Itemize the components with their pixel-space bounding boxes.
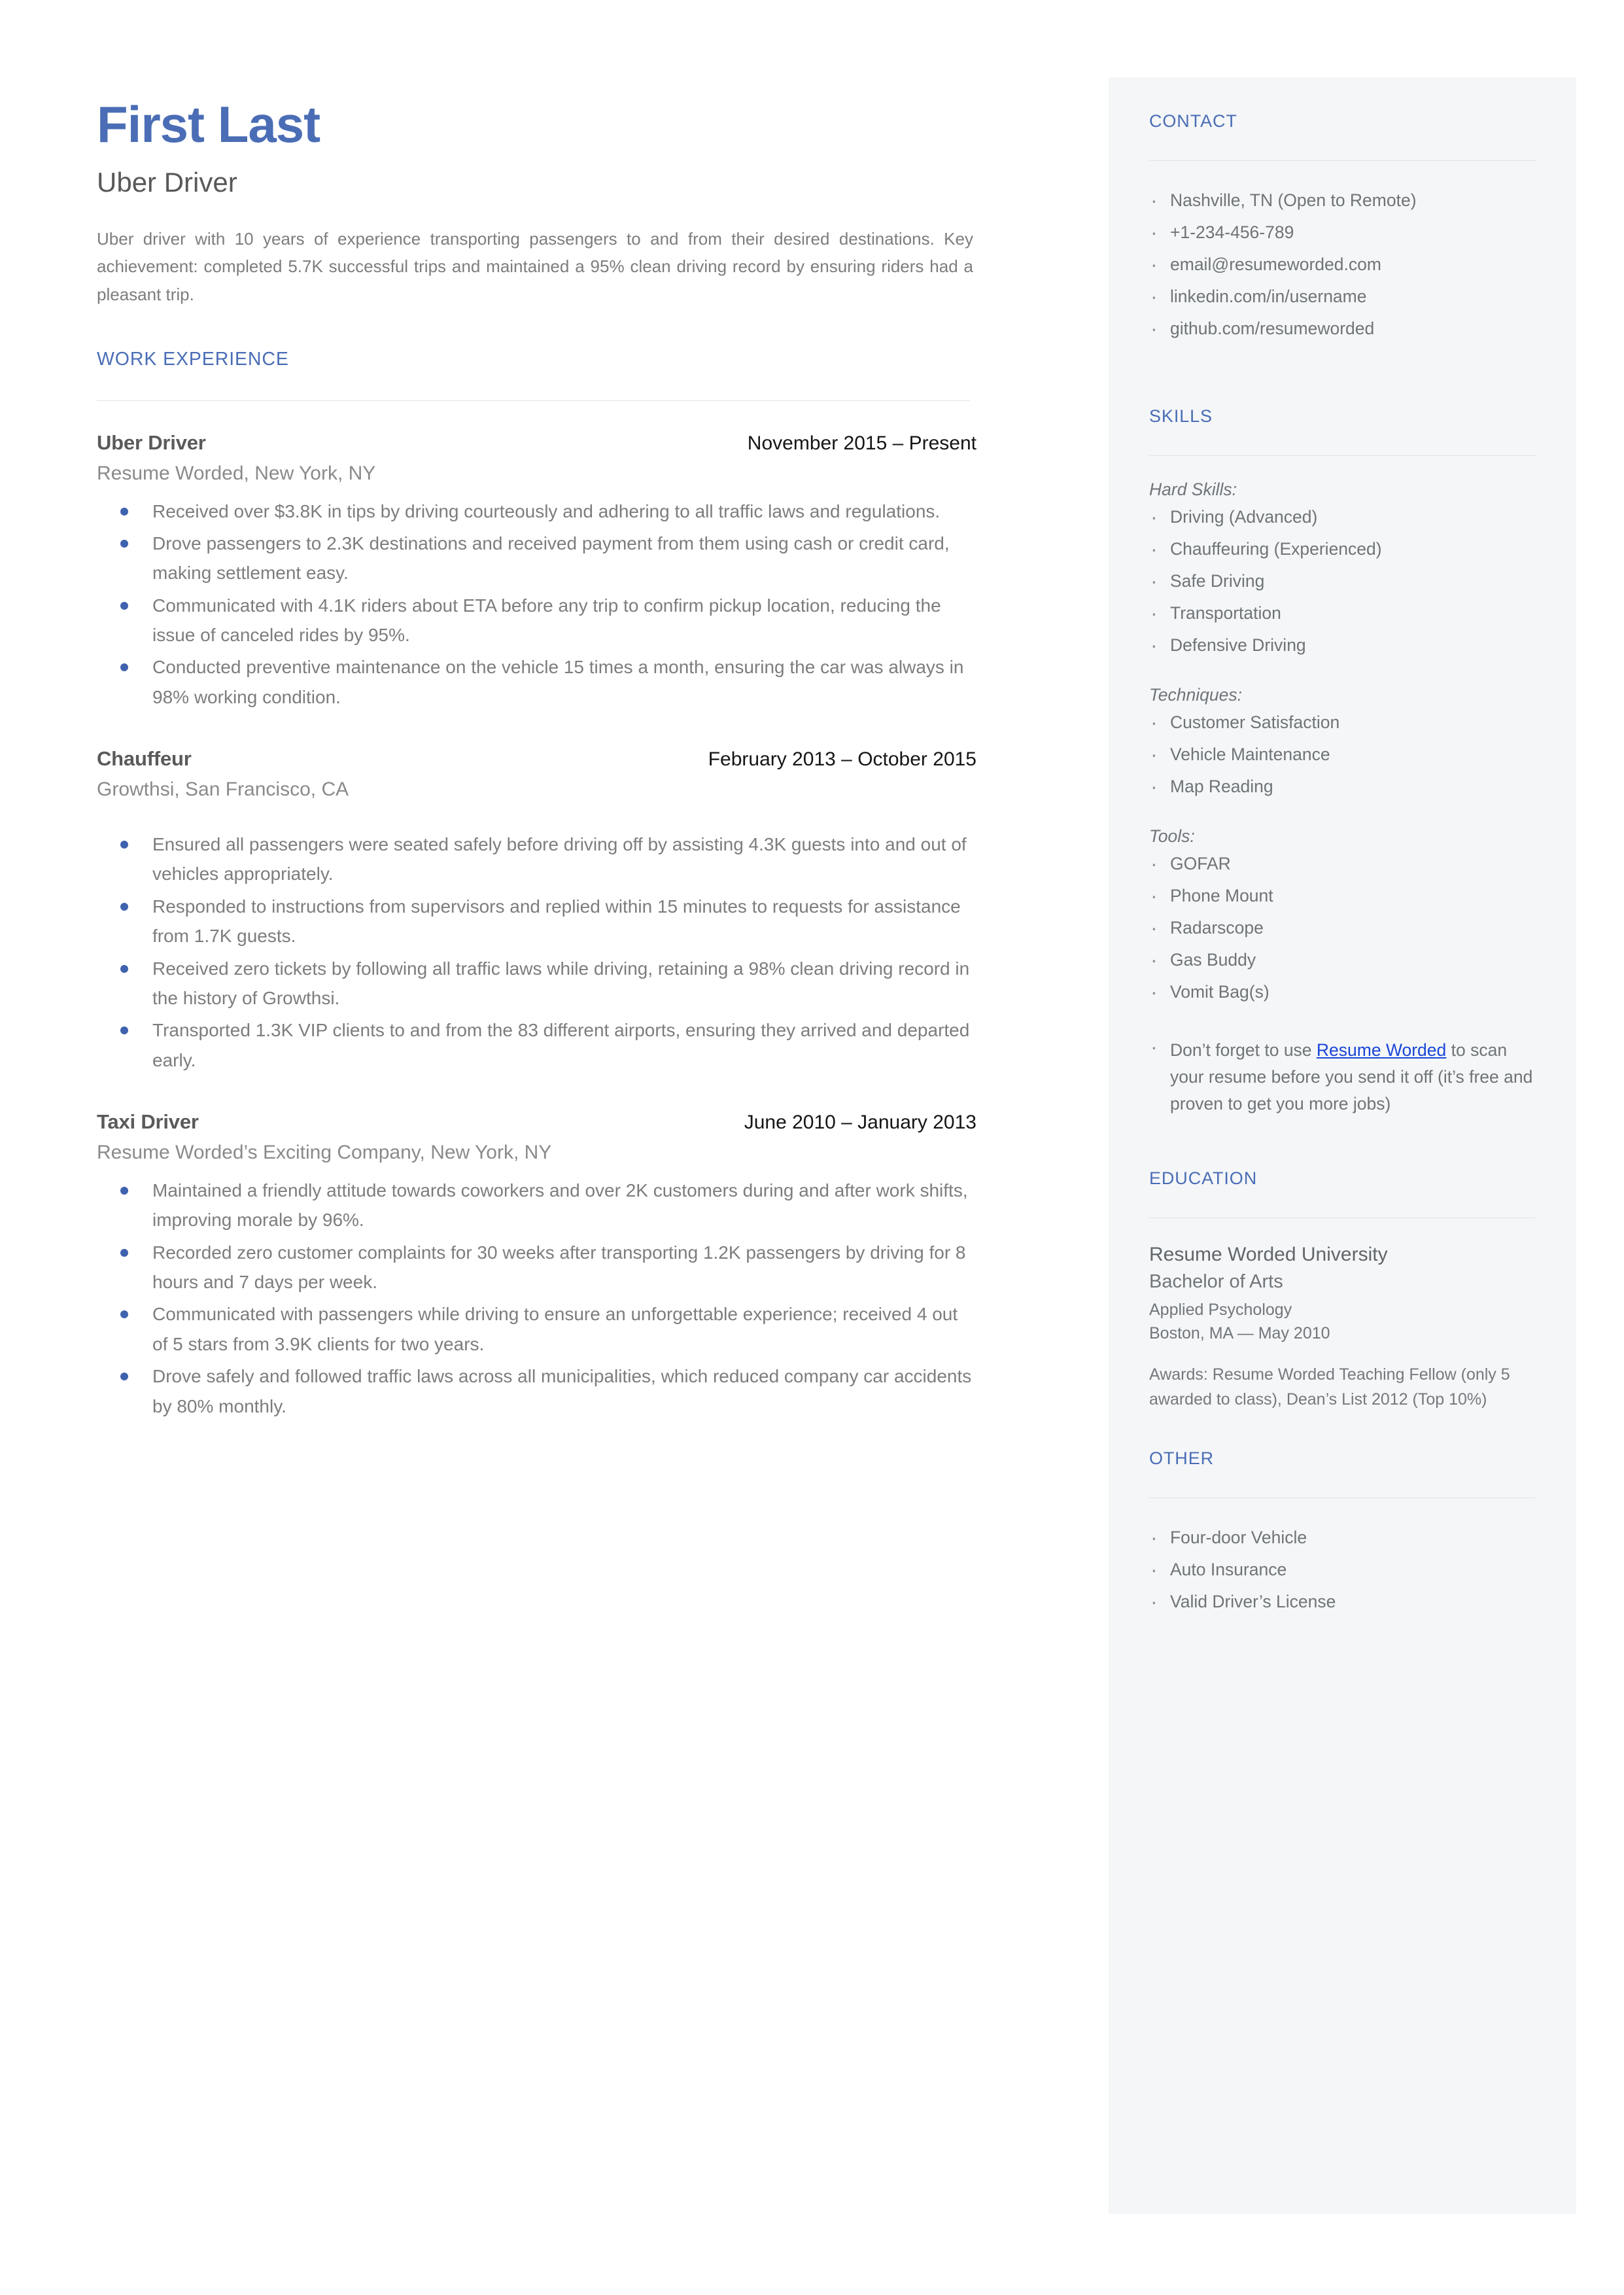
job-company: Resume Worded, New York, NY (97, 462, 376, 484)
job-title: Uber Driver (97, 430, 206, 454)
sidebar: CONTACT Nashville, TN (Open to Remote) +… (1109, 77, 1576, 2214)
list-item: Driving (Advanced) (1149, 498, 1536, 536)
section-divider (1149, 160, 1536, 161)
list-item: Chauffeuring (Experienced) (1149, 530, 1536, 569)
job-dates: June 2010 – January 2013 (744, 1112, 976, 1133)
resume-page: First Last Uber Driver Uber driver with … (0, 0, 1624, 2295)
education-awards: Awards: Resume Worded Teaching Fellow (o… (1149, 1365, 1510, 1409)
job-company: Growthsi, San Francisco, CA (97, 779, 349, 801)
job-entry: Uber Driver November 2015 – Present Resu… (97, 431, 976, 485)
list-item: Vomit Bag(s) (1149, 973, 1536, 1011)
headline: Uber Driver (97, 166, 237, 198)
list-item: Recorded zero customer complaints for 30… (97, 1238, 973, 1297)
job-header-row: Taxi Driver June 2010 – January 2013 (97, 1110, 976, 1134)
list-item: Transportation (1149, 594, 1536, 633)
job-company: Resume Worded’s Exciting Company, New Yo… (97, 1142, 552, 1163)
section-title-other: OTHER (1149, 1448, 1214, 1469)
list-item: Maintained a friendly attitude towards c… (97, 1176, 973, 1235)
job-title: Chauffeur (97, 747, 192, 771)
list-item: Vehicle Maintenance (1149, 735, 1536, 774)
sidebar-section-contact: CONTACT Nashville, TN (Open to Remote) +… (1149, 111, 1536, 348)
job-bullet-list: Received over $3.8K in tips by driving c… (97, 497, 973, 712)
promo-note: Don’t forget to use Resume Worded to sca… (1149, 1031, 1536, 1117)
list-item: Received over $3.8K in tips by driving c… (97, 497, 973, 526)
job-bullet-list: Ensured all passengers were seated safel… (97, 830, 973, 1075)
education-entry: Resume Worded University Bachelor of Art… (1149, 1242, 1536, 1412)
list-item: Drove passengers to 2.3K destinations an… (97, 529, 973, 588)
list-item: Communicated with passengers while drivi… (97, 1299, 973, 1359)
promo-prefix: Don’t forget to use (1170, 1040, 1317, 1060)
education-school: Resume Worded University (1149, 1244, 1388, 1266)
skill-group-label-tools: Tools: (1149, 826, 1195, 847)
skill-list-techniques: Customer Satisfaction Vehicle Maintenanc… (1149, 703, 1536, 806)
skill-list-hard-skills: Driving (Advanced) Chauffeuring (Experie… (1149, 498, 1536, 665)
list-item: Defensive Driving (1149, 626, 1536, 665)
list-item: Conducted preventive maintenance on the … (97, 652, 973, 712)
job-header-row: Chauffeur February 2013 – October 2015 (97, 747, 976, 771)
list-item: Auto Insurance (1149, 1550, 1536, 1589)
education-field: Applied Psychology (1149, 1300, 1292, 1319)
summary-paragraph: Uber driver with 10 years of experience … (97, 229, 973, 304)
sidebar-section-skills: SKILLS Hard Skills: Driving (Advanced) C… (1149, 406, 1536, 1117)
list-item: Responded to instructions from superviso… (97, 892, 973, 951)
sidebar-section-education: EDUCATION Resume Worded University Bache… (1149, 1168, 1536, 1412)
list-item: Ensured all passengers were seated safel… (97, 830, 973, 889)
job-bullet-list: Maintained a friendly attitude towards c… (97, 1176, 973, 1421)
skill-group-label-hard-skills: Hard Skills: (1149, 480, 1237, 500)
contact-list: Nashville, TN (Open to Remote) +1-234-45… (1149, 181, 1536, 348)
list-item: Safe Driving (1149, 562, 1536, 601)
page-title: First Last (97, 96, 320, 153)
job-dates: November 2015 – Present (747, 432, 976, 454)
section-title-skills: SKILLS (1149, 406, 1213, 427)
education-degree: Bachelor of Arts (1149, 1270, 1283, 1292)
list-item: Received zero tickets by following all t… (97, 954, 973, 1013)
list-item: Phone Mount (1149, 877, 1536, 915)
job-title: Taxi Driver (97, 1110, 199, 1133)
list-item: Four-door Vehicle (1149, 1518, 1536, 1557)
list-item: GOFAR (1149, 845, 1536, 883)
list-item: Customer Satisfaction (1149, 703, 1536, 742)
contact-item-github[interactable]: github.com/resumeworded (1149, 309, 1536, 348)
contact-item-linkedin[interactable]: linkedin.com/in/username (1149, 277, 1536, 316)
section-title-contact: CONTACT (1149, 111, 1237, 131)
job-header-row: Uber Driver November 2015 – Present (97, 431, 976, 455)
section-title-education: EDUCATION (1149, 1168, 1258, 1189)
resume-worded-link[interactable]: Resume Worded (1317, 1040, 1446, 1060)
section-divider (1149, 455, 1536, 457)
job-entry: Taxi Driver June 2010 – January 2013 Res… (97, 1110, 976, 1164)
section-divider (97, 400, 970, 401)
list-item: Radarscope (1149, 909, 1536, 947)
list-item: Valid Driver’s License (1149, 1583, 1536, 1621)
list-item: Drove safely and followed traffic laws a… (97, 1361, 973, 1421)
contact-item-phone[interactable]: +1-234-456-789 (1149, 213, 1536, 252)
contact-item-email[interactable]: email@resumeworded.com (1149, 245, 1536, 284)
job-dates: February 2013 – October 2015 (708, 748, 976, 771)
list-item: Map Reading (1149, 767, 1536, 806)
section-title-work-experience: WORK EXPERIENCE (97, 348, 289, 370)
skill-list-tools: GOFAR Phone Mount Radarscope Gas Buddy V… (1149, 845, 1536, 1011)
other-list: Four-door Vehicle Auto Insurance Valid D… (1149, 1518, 1536, 1621)
list-item: Transported 1.3K VIP clients to and from… (97, 1015, 973, 1075)
skill-group-label-techniques: Techniques: (1149, 685, 1242, 705)
contact-item-location: Nashville, TN (Open to Remote) (1149, 181, 1536, 220)
list-item: Communicated with 4.1K riders about ETA … (97, 591, 973, 650)
job-entry: Chauffeur February 2013 – October 2015 G… (97, 747, 976, 801)
main-column: First Last Uber Driver Uber driver with … (97, 96, 976, 1456)
education-location-date: Boston, MA — May 2010 (1149, 1323, 1330, 1342)
list-item: Gas Buddy (1149, 941, 1536, 979)
sidebar-section-other: OTHER Four-door Vehicle Auto Insurance V… (1149, 1448, 1536, 1621)
